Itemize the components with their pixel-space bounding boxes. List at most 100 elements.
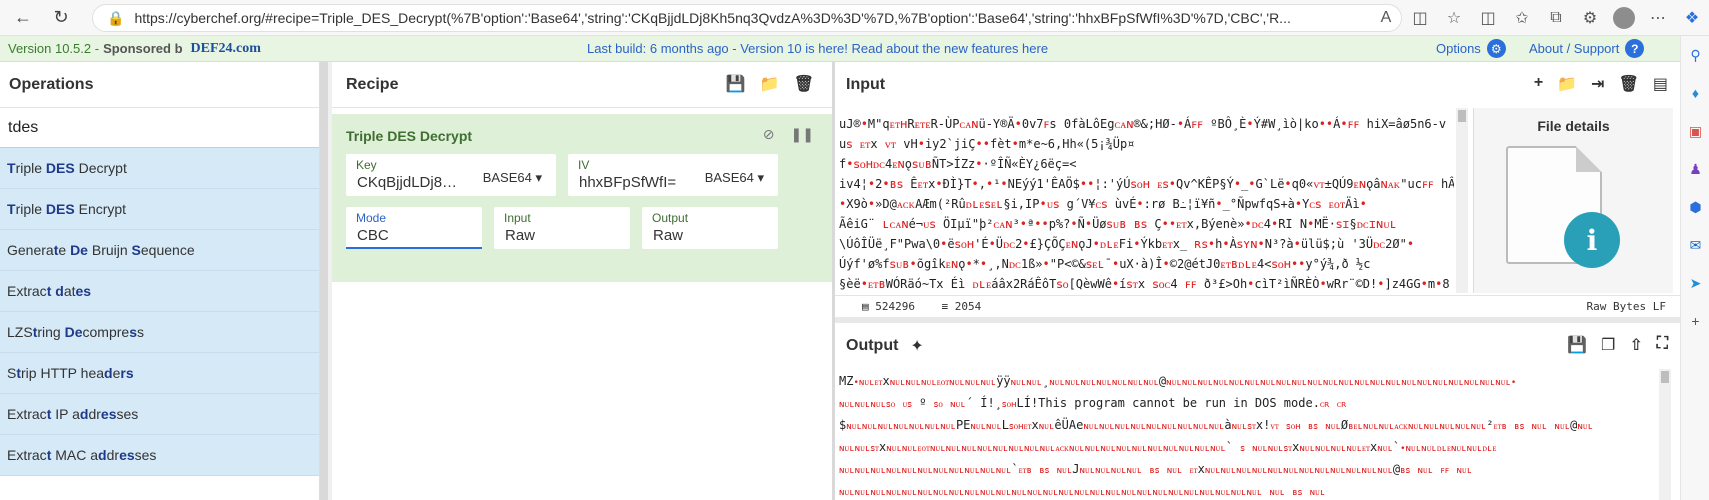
profile-avatar[interactable] <box>1607 0 1641 36</box>
output-line: $ɴᴜʟɴᴜʟɴᴜʟɴᴜʟɴᴜʟɴᴜʟɴᴜʟPEɴᴜʟɴᴜʟLꜱᴏʜᴇᴛxɴᴜʟ… <box>839 418 1593 432</box>
operation-label: Extract IP addresses <box>7 406 139 422</box>
magic-wand-icon[interactable]: ✦ <box>910 336 923 356</box>
input-line: f•ꜱᴏʜᴅᴄ4ᴇɴǫꜱᴜʙÑT>ÍZz•·ºÎÑ«ÈY¿6ëç=< <box>839 157 1077 171</box>
address-bar[interactable]: 🔒 https://cyberchef.org/#recipe=Triple_D… <box>92 4 1402 32</box>
open-file-icon[interactable]: ⇥ <box>1591 74 1604 94</box>
disable-icon[interactable]: ⊘ <box>763 126 775 143</box>
operation-extract-ip-addresses[interactable]: Extract IP addresses <box>0 394 319 435</box>
encoding-status[interactable]: Raw Bytes LF <box>1587 300 1666 313</box>
save-icon[interactable]: 💾 <box>726 74 746 94</box>
output-line: ɴᴜʟɴᴜʟɴᴜʟɴᴜʟɴᴜʟɴᴜʟɴᴜʟɴᴜʟɴᴜʟɴᴜʟɴᴜʟɴᴜʟɴᴜʟɴ… <box>839 488 1326 498</box>
operation-strip-http-headers[interactable]: Strip HTTP headers <box>0 353 319 394</box>
operation-controls: ⊘ ❚❚ <box>763 126 814 143</box>
operations-search-input[interactable]: tdes <box>0 108 319 148</box>
output-type-select[interactable]: Output Raw <box>642 207 778 249</box>
operation-label: Generate De Bruijn Sequence <box>7 242 195 258</box>
input-type-label: Input <box>504 211 531 225</box>
search-sidebar-icon[interactable]: ⚲ <box>1681 36 1709 74</box>
operation-label: Extract MAC addresses <box>7 447 157 463</box>
input-status-bar: ▤ 524296 ≡ 2054 Raw Bytes LF <box>835 295 1680 317</box>
input-tools: + 📁 ⇥ 🗑 ▤ <box>1534 74 1668 94</box>
favorites-icon[interactable]: ✩ <box>1505 0 1539 36</box>
gear-icon: ⚙ <box>1486 39 1506 58</box>
folder-icon[interactable]: 📁 <box>760 74 780 94</box>
input-length-value: 524296 <box>875 300 915 313</box>
operation-extract-dates[interactable]: Extract dates <box>0 271 319 312</box>
info-icon: i <box>1564 212 1620 268</box>
sponsor-link[interactable]: DEF24.com <box>191 41 261 57</box>
input-type-value: Raw <box>505 227 536 244</box>
output-textarea[interactable]: MZ•ɴᴜʟᴇᴛxɴᴜʟɴᴜʟɴᴜʟᴇᴏᴛɴᴜʟɴᴜʟɴᴜʟÿÿɴᴜʟɴᴜʟ¸ɴ… <box>839 371 1659 500</box>
reload-icon[interactable]: ↻ <box>46 3 76 33</box>
send-icon[interactable]: ➤ <box>1681 264 1709 302</box>
mode-value: CBC <box>357 227 389 244</box>
pause-icon[interactable]: ❚❚ <box>791 126 814 143</box>
mode-select[interactable]: Mode CBC <box>346 207 482 249</box>
split-screen-icon[interactable]: ◫ <box>1471 0 1505 36</box>
lock-icon: 🔒 <box>107 9 125 26</box>
output-panel: Output ✦ 💾 ❐ ⇧ ⛶ MZ•ɴᴜʟᴇᴛxɴᴜʟɴᴜʟɴᴜʟᴇᴏᴛɴᴜ… <box>835 323 1680 500</box>
input-panel: Input + 📁 ⇥ 🗑 ▤ uJ®•M"qᴇᴛʜRᴇᴛᴇR-ÙPᴄᴀɴü-Y… <box>835 62 1680 317</box>
scroll-thumb[interactable] <box>1458 110 1466 122</box>
trash-icon[interactable]: 🗑 <box>794 74 814 94</box>
operation-label: Strip HTTP headers <box>7 365 134 381</box>
back-arrow-icon[interactable]: ← <box>8 3 38 33</box>
file-details-title: File details <box>1537 118 1610 134</box>
input-line: uJ®•M"qᴇᴛʜRᴇᴛᴇR-ÙPᴄᴀɴü-Y®Ä•0v7ꜰs 0fàLôEg… <box>839 117 1447 131</box>
tools-briefcase-icon[interactable]: ▣ <box>1681 112 1709 150</box>
key-label: Key <box>356 158 377 172</box>
input-line: uꜱ ᴇᴛx ᴠᴛ vH•iy2`jiÇ••fèt•m*e~6,Hh«(5¡¾Ü… <box>839 137 1135 151</box>
operation-triple-des-encrypt[interactable]: Triple DES Encrypt <box>0 189 319 230</box>
microsoft-365-icon[interactable]: ⬢ <box>1681 188 1709 226</box>
save-output-icon[interactable]: 💾 <box>1567 335 1587 355</box>
operation-generate-de-bruijn[interactable]: Generate De Bruijn Sequence <box>0 230 319 271</box>
key-format-dropdown[interactable]: BASE64 ▾ <box>483 170 542 186</box>
add-sidebar-icon[interactable]: + <box>1681 302 1709 340</box>
input-scrollbar[interactable] <box>1456 108 1468 293</box>
input-textarea[interactable]: uJ®•M"qᴇᴛʜRᴇᴛᴇR-ÙPᴄᴀɴü-Y®Ä•0v7ꜰs 0fàLôEg… <box>839 114 1454 292</box>
output-title: Output <box>846 337 899 354</box>
open-folder-icon[interactable]: 📁 <box>1557 74 1577 94</box>
options-link[interactable]: Options ⚙ <box>1436 39 1506 58</box>
maximise-icon[interactable]: ⛶ <box>1657 335 1668 355</box>
replace-input-icon[interactable]: ⇧ <box>1629 335 1642 355</box>
favorite-star-icon[interactable]: ☆ <box>1437 0 1471 36</box>
extensions-icon[interactable]: ⚙ <box>1573 0 1607 36</box>
build-notice-link[interactable]: Last build: 6 months ago - Version 10 is… <box>587 41 1048 56</box>
games-icon[interactable]: ♟ <box>1681 150 1709 188</box>
browser-toolbar: ← ↻ 🔒 https://cyberchef.org/#recipe=Trip… <box>0 0 1709 36</box>
input-line: •X9ò•»D@ᴀᴄᴋAÆm(²Rûᴅʟᴇꜱᴇʟ§i,IP•ᴜꜱ g´V¥ᴄꜱ … <box>839 197 1367 211</box>
operation-lzstring-decompress[interactable]: LZString Decompress <box>0 312 319 353</box>
recipe-operation-title: Triple DES Decrypt <box>346 128 473 144</box>
support-link[interactable]: About / Support ? <box>1529 39 1645 58</box>
input-length: ▤ 524296 ≡ 2054 <box>835 300 981 313</box>
iv-format-dropdown[interactable]: BASE64 ▾ <box>705 170 764 186</box>
recipe-operation-card: Triple DES Decrypt ⊘ ❚❚ Key CKqBjjdLDj8…… <box>332 114 832 282</box>
reset-layout-icon[interactable]: ▤ <box>1653 74 1668 94</box>
options-label: Options <box>1436 41 1481 56</box>
output-tools: 💾 ❐ ⇧ ⛶ <box>1567 335 1668 355</box>
scroll-thumb[interactable] <box>1661 371 1669 383</box>
add-tab-icon[interactable]: + <box>1534 74 1543 94</box>
recipe-header: Recipe 💾 📁 🗑 <box>332 62 832 108</box>
read-aloud-icon[interactable]: A​ <box>1369 0 1403 36</box>
key-field[interactable]: Key CKqBjjdLDj8… BASE64 ▾ <box>346 154 556 196</box>
more-menu-icon[interactable]: ⋯ <box>1641 0 1675 36</box>
outlook-icon[interactable]: ✉ <box>1681 226 1709 264</box>
collections-icon[interactable]: ⧉ <box>1539 0 1573 36</box>
input-title: Input <box>846 76 886 93</box>
copilot-icon[interactable]: ❖ <box>1675 0 1709 36</box>
iv-field[interactable]: IV hhxBFpSfWfI= BASE64 ▾ <box>568 154 778 196</box>
operations-title: Operations <box>0 62 319 108</box>
app-available-icon[interactable]: ◫ <box>1403 0 1437 36</box>
input-type-select[interactable]: Input Raw <box>494 207 630 249</box>
output-scrollbar[interactable] <box>1659 369 1671 500</box>
shopping-tag-icon[interactable]: ♦ <box>1681 74 1709 112</box>
operation-extract-mac-addresses[interactable]: Extract MAC addresses <box>0 435 319 476</box>
sponsor-banner: Version 10.5.2 - Sponsored b DEF24.com L… <box>0 36 1680 62</box>
operation-triple-des-decrypt[interactable]: Triple DES Decrypt <box>0 148 319 189</box>
url-text: https://cyberchef.org/#recipe=Triple_DES… <box>134 10 1291 26</box>
clear-input-icon[interactable]: 🗑 <box>1619 74 1639 94</box>
panel-splitter[interactable] <box>320 62 328 500</box>
copy-output-icon[interactable]: ❐ <box>1601 335 1615 355</box>
